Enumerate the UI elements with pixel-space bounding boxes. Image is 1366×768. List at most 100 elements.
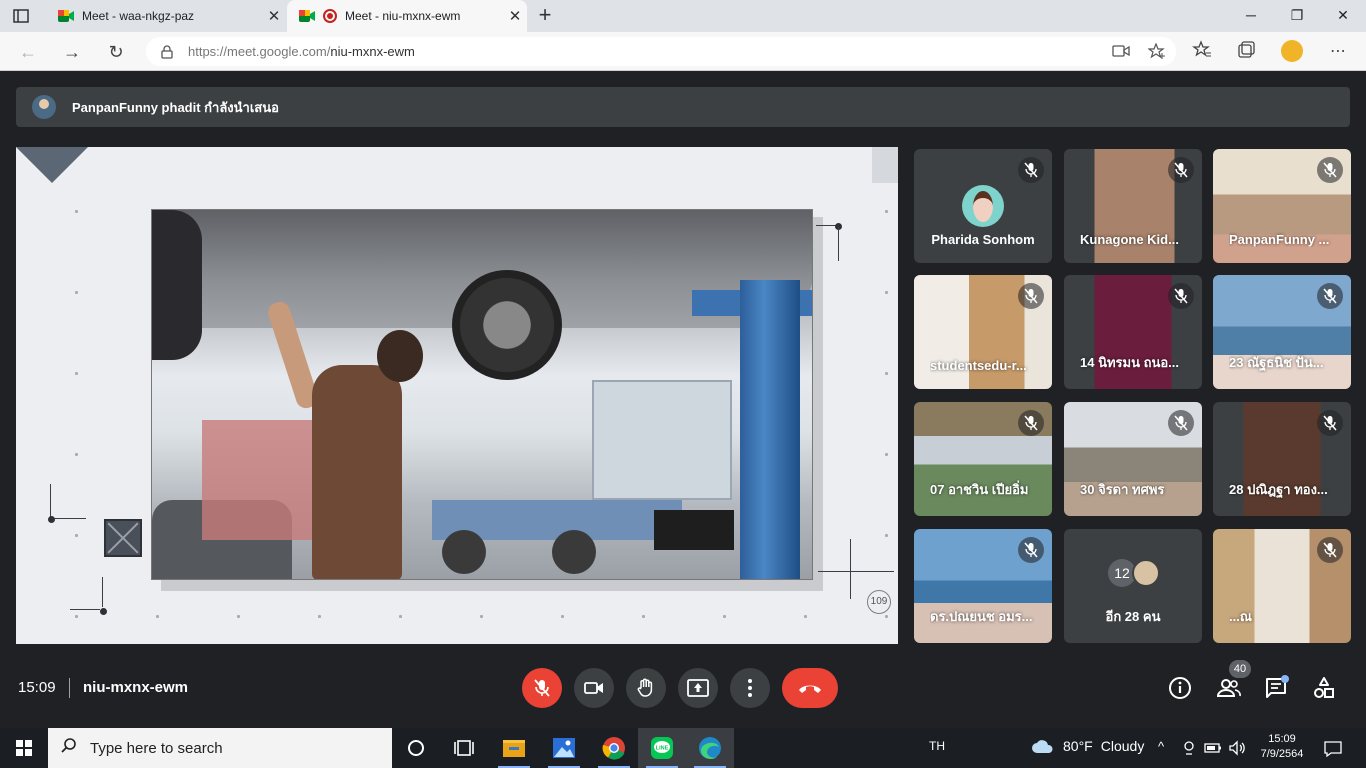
windows-start-icon[interactable] xyxy=(16,740,32,756)
chevron-up-icon[interactable]: ^ xyxy=(1158,739,1164,754)
participant-name: 30 จิรดา ทศพร xyxy=(1080,482,1165,497)
settings-menu-icon[interactable]: ⋯ xyxy=(1326,40,1350,64)
slide-deco-line xyxy=(818,571,894,572)
raise-hand-button[interactable] xyxy=(626,668,666,708)
camera-in-use-icon[interactable] xyxy=(1112,43,1130,64)
file-explorer-icon[interactable] xyxy=(490,728,538,768)
favorites-icon[interactable] xyxy=(1190,40,1214,64)
photos-icon[interactable] xyxy=(540,728,588,768)
clock-date: 7/9/2564 xyxy=(1260,748,1304,760)
participant-tile[interactable]: studentsedu-r... xyxy=(914,275,1052,389)
search-icon xyxy=(60,737,78,760)
input-language[interactable]: TH xyxy=(929,739,945,753)
slide-deco-box xyxy=(104,519,142,557)
reload-button[interactable]: ↻ xyxy=(104,40,128,64)
google-meet-icon xyxy=(58,9,74,23)
browser-tab-meet-waa[interactable]: Meet - waa-nkgz-paz ✕ xyxy=(46,0,286,32)
taskbar-clock[interactable]: 15:09 7/9/2564 xyxy=(1252,732,1312,762)
notification-center-icon[interactable] xyxy=(1324,740,1342,763)
minimize-button[interactable]: ─ xyxy=(1228,0,1274,30)
taskbar-search-box[interactable]: Type here to search xyxy=(48,728,392,768)
search-placeholder: Type here to search xyxy=(90,739,223,757)
slide-photo xyxy=(151,209,813,580)
back-button[interactable]: ← xyxy=(16,40,40,64)
microphone-toggle-button[interactable] xyxy=(522,668,562,708)
mic-off-icon xyxy=(1168,157,1194,183)
add-favorite-icon[interactable] xyxy=(1147,42,1166,64)
new-tab-button[interactable]: + xyxy=(534,3,556,27)
windows-taskbar: Type here to search LINE TH ^ xyxy=(0,728,1366,768)
edge-icon[interactable] xyxy=(686,728,734,768)
activities-button[interactable] xyxy=(1310,674,1338,702)
photo-tyre xyxy=(452,270,562,380)
meeting-details-button[interactable] xyxy=(1166,674,1194,702)
participant-tile[interactable]: 23 ณัฐธนิช ปัน... xyxy=(1213,275,1351,389)
participant-name: ดร.ปณยนช อมร... xyxy=(930,609,1033,624)
clock-time: 15:09 xyxy=(1268,733,1296,745)
presenter-banner: PanpanFunny phadit กำลังนำเสนอ xyxy=(16,87,1350,127)
presenter-text: PanpanFunny phadit กำลังนำเสนอ xyxy=(72,99,279,115)
photo-person-head xyxy=(377,330,423,382)
participant-name: Kunagone Kid... xyxy=(1080,232,1179,247)
chrome-icon[interactable] xyxy=(590,728,638,768)
participant-name: studentsedu-r... xyxy=(930,358,1027,373)
people-button[interactable] xyxy=(1214,674,1242,702)
photo-tyre xyxy=(152,210,202,360)
cortana-icon[interactable] xyxy=(392,728,440,768)
meeting-time: 15:09 xyxy=(18,679,56,696)
participant-name: 14 นิทรมน ถนอ... xyxy=(1080,355,1179,370)
tab-close-icon[interactable]: ✕ xyxy=(503,7,527,25)
close-window-button[interactable]: ✕ xyxy=(1320,0,1366,30)
webcam-icon[interactable] xyxy=(1182,740,1196,761)
participant-tile[interactable]: Kunagone Kid... xyxy=(1064,149,1202,263)
more-options-button[interactable] xyxy=(730,668,770,708)
url-path: niu-mxnx-ewm xyxy=(330,44,415,59)
mic-off-icon xyxy=(1317,283,1343,309)
camera-toggle-button[interactable] xyxy=(574,668,614,708)
mic-off-icon xyxy=(1168,283,1194,309)
participant-tile[interactable]: PanpanFunny ... xyxy=(1213,149,1351,263)
browser-tab-strip: Meet - waa-nkgz-paz ✕ Meet - niu-mxnx-ew… xyxy=(0,0,1366,32)
mic-off-icon xyxy=(1317,157,1343,183)
address-bar[interactable]: https://meet.google.com/niu-mxnx-ewm xyxy=(146,37,1176,66)
task-view-icon[interactable] xyxy=(440,728,488,768)
participant-tile[interactable]: 14 นิทรมน ถนอ... xyxy=(1064,275,1202,389)
slide-deco-dot xyxy=(100,608,107,615)
present-now-button[interactable] xyxy=(678,668,718,708)
url-text: https://meet.google.com/niu-mxnx-ewm xyxy=(188,44,415,59)
slide-deco-line xyxy=(850,539,851,599)
collections-icon[interactable] xyxy=(1234,40,1258,64)
url-host: https://meet.google.com/ xyxy=(188,44,331,59)
participant-name: 28 ปณิฎฐา ทอง... xyxy=(1229,482,1328,497)
recording-icon xyxy=(323,9,337,23)
restore-button[interactable]: ❐ xyxy=(1274,0,1320,30)
mic-off-icon xyxy=(1317,410,1343,436)
participant-avatar xyxy=(1132,559,1160,587)
weather-widget[interactable]: 80°F Cloudy xyxy=(1031,738,1144,754)
profile-avatar[interactable] xyxy=(1281,40,1303,62)
volume-icon[interactable] xyxy=(1228,740,1246,761)
slide-corner-decoration xyxy=(16,147,88,183)
participant-tile[interactable]: 07 อาชวิน เปียอิ่ม xyxy=(914,402,1052,516)
divider xyxy=(69,678,70,698)
participant-tile[interactable]: 30 จิรดา ทศพร xyxy=(1064,402,1202,516)
lock-icon[interactable] xyxy=(160,44,174,59)
battery-icon[interactable] xyxy=(1204,741,1222,760)
more-participants-tile[interactable]: 12 อีก 28 คน xyxy=(1064,529,1202,643)
participant-tile[interactable]: ...ณ xyxy=(1213,529,1351,643)
participant-tile[interactable]: Pharida Sonhom xyxy=(914,149,1052,263)
mic-off-icon xyxy=(1018,537,1044,563)
line-icon[interactable]: LINE xyxy=(638,728,686,768)
forward-button[interactable]: → xyxy=(60,40,84,64)
tab-close-icon[interactable]: ✕ xyxy=(262,7,286,25)
tab-actions-icon[interactable] xyxy=(12,7,30,25)
photo-machine xyxy=(202,420,322,540)
leave-call-button[interactable] xyxy=(782,668,838,708)
svg-text:LINE: LINE xyxy=(656,746,669,752)
browser-tab-meet-niu[interactable]: Meet - niu-mxnx-ewm ✕ xyxy=(287,0,527,32)
participant-tile[interactable]: ดร.ปณยนช อมร... xyxy=(914,529,1052,643)
browser-toolbar: ← → ↻ https://meet.google.com/niu-mxnx-e… xyxy=(0,32,1366,71)
participant-tile[interactable]: 28 ปณิฎฐา ทอง... xyxy=(1213,402,1351,516)
participant-name: Pharida Sonhom xyxy=(931,232,1035,247)
presentation-stage[interactable]: 109 xyxy=(16,147,898,644)
